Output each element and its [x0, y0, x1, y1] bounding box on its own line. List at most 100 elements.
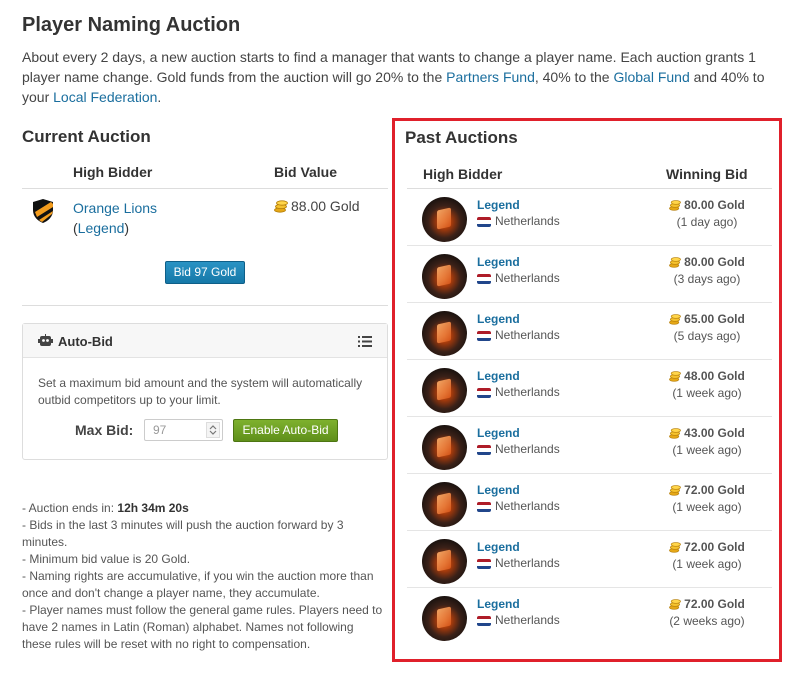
auto-bid-description: Set a maximum bid amount and the system … — [38, 376, 363, 407]
gold-coins-icon — [669, 371, 682, 382]
max-bid-label: Max Bid: — [75, 422, 134, 438]
auction-countdown: 12h 34m 20s — [117, 501, 189, 515]
intro-part-2: , 40% to the — [534, 69, 614, 85]
manager-avatar[interactable] — [422, 311, 467, 356]
winning-bid-time: (3 days ago) — [673, 272, 741, 286]
manager-avatar[interactable] — [422, 482, 467, 527]
past-auction-row: Legend Netherlands 80.00 Gold (3 days ago) — [407, 246, 772, 303]
winner-name-link[interactable]: Legend — [477, 255, 520, 269]
winner-name-link[interactable]: Legend — [477, 540, 520, 554]
past-auction-row: Legend Netherlands 72.00 Gold (1 week ago) — [407, 531, 772, 588]
gold-coins-icon — [669, 200, 682, 211]
netherlands-flag-icon — [477, 388, 491, 398]
winning-bid-time: (1 week ago) — [672, 557, 742, 571]
gold-coins-icon — [669, 428, 682, 439]
gold-coins-icon — [274, 200, 288, 213]
note-item: - Minimum bid value is 20 Gold. — [22, 552, 191, 566]
winning-bid-time: (1 week ago) — [672, 443, 742, 457]
paren-close: ) — [124, 220, 130, 236]
local-federation-link[interactable]: Local Federation — [53, 89, 157, 105]
gold-coins-icon — [669, 257, 682, 268]
global-fund-link[interactable]: Global Fund — [613, 69, 689, 85]
netherlands-flag-icon — [477, 331, 491, 341]
gold-coins-icon — [669, 599, 682, 610]
current-bid-value: 88.00 Gold — [274, 198, 360, 214]
past-auction-row: Legend Netherlands 65.00 Gold (5 days ago) — [407, 303, 772, 360]
winner-name-link[interactable]: Legend — [477, 483, 520, 497]
current-bid-row: Orange Lions (Legend) 88.00 Gold — [22, 189, 388, 247]
manager-avatar[interactable] — [422, 197, 467, 242]
current-bid-amount: 88.00 Gold — [291, 198, 360, 214]
manager-avatar[interactable] — [422, 254, 467, 299]
winning-bid-amount: 43.00 Gold — [647, 426, 767, 440]
note-item: - Player names must follow the general g… — [22, 603, 383, 651]
current-auction-title: Current Auction — [22, 127, 151, 146]
winning-bid-time: (1 week ago) — [672, 386, 742, 400]
header-high-bidder: High Bidder — [73, 164, 153, 180]
past-auctions-panel: Past Auctions High Bidder Winning Bid Le… — [392, 118, 782, 662]
winner-country: Netherlands — [495, 214, 560, 228]
winning-bid-value: 72.00 Gold — [684, 483, 745, 497]
winning-bid-amount: 72.00 Gold — [647, 483, 767, 497]
past-auction-row: Legend Netherlands 80.00 Gold (1 day ago) — [407, 189, 772, 246]
winning-bid-value: 80.00 Gold — [684, 198, 745, 212]
winning-bid-amount: 80.00 Gold — [647, 255, 767, 269]
stepper-arrows-icon — [209, 425, 217, 435]
netherlands-flag-icon — [477, 616, 491, 626]
winning-bid-amount: 65.00 Gold — [647, 312, 767, 326]
avatar-emblem — [437, 321, 451, 344]
team-link[interactable]: Orange Lions — [73, 200, 157, 216]
past-auctions-header: High Bidder Winning Bid — [407, 160, 772, 189]
manager-avatar[interactable] — [422, 596, 467, 641]
winner-name-link[interactable]: Legend — [477, 597, 520, 611]
netherlands-flag-icon — [477, 217, 491, 227]
winning-bid-value: 72.00 Gold — [684, 597, 745, 611]
winner-country: Netherlands — [495, 556, 560, 570]
max-bid-stepper[interactable] — [206, 422, 220, 438]
winner-country: Netherlands — [495, 328, 560, 342]
avatar-emblem — [437, 207, 451, 230]
past-auctions-list: Legend Netherlands 80.00 Gold (1 day ago) Le… — [407, 189, 772, 645]
current-auction-table: High Bidder Bid Value Orange Lions (Lege… — [22, 160, 388, 247]
winning-bid-amount: 48.00 Gold — [647, 369, 767, 383]
winner-country: Netherlands — [495, 499, 560, 513]
manager-avatar[interactable] — [422, 425, 467, 470]
current-high-bidder: Orange Lions (Legend) — [73, 198, 157, 238]
manager-avatar[interactable] — [422, 368, 467, 413]
winner-name-link[interactable]: Legend — [477, 312, 520, 326]
past-auction-row: Legend Netherlands 72.00 Gold (2 weeks ago) — [407, 588, 772, 645]
manager-avatar[interactable] — [422, 539, 467, 584]
gold-coins-icon — [669, 485, 682, 496]
list-icon[interactable] — [358, 336, 372, 347]
winner-name-link[interactable]: Legend — [477, 198, 520, 212]
current-auction-header: High Bidder Bid Value — [22, 160, 388, 189]
past-auctions-title: Past Auctions — [405, 128, 518, 147]
winning-bid-amount: 80.00 Gold — [647, 198, 767, 212]
winner-name-link[interactable]: Legend — [477, 369, 520, 383]
bid-button[interactable]: Bid 97 Gold — [165, 261, 245, 284]
winning-bid-value: 43.00 Gold — [684, 426, 745, 440]
auto-bid-title: Auto-Bid — [58, 334, 113, 349]
auction-ends-label: - Auction ends in: — [22, 501, 118, 515]
divider — [22, 305, 388, 306]
page-title: Player Naming Auction — [22, 14, 241, 36]
avatar-emblem — [437, 606, 451, 629]
winner-country: Netherlands — [495, 385, 560, 399]
past-auction-row: Legend Netherlands 48.00 Gold (1 week ago) — [407, 360, 772, 417]
manager-link[interactable]: Legend — [78, 220, 125, 236]
enable-auto-bid-button[interactable]: Enable Auto-Bid — [233, 419, 338, 442]
winning-bid-time: (5 days ago) — [673, 329, 741, 343]
avatar-emblem — [437, 549, 451, 572]
intro-text: About every 2 days, a new auction starts… — [22, 47, 772, 107]
note-item: - Bids in the last 3 minutes will push t… — [22, 518, 344, 549]
winning-bid-value: 48.00 Gold — [684, 369, 745, 383]
partners-fund-link[interactable]: Partners Fund — [446, 69, 535, 85]
winner-name-link[interactable]: Legend — [477, 426, 520, 440]
note-item: - Naming rights are accumulative, if you… — [22, 569, 374, 600]
past-auction-row: Legend Netherlands 43.00 Gold (1 week ago) — [407, 417, 772, 474]
max-bid-placeholder: 97 — [153, 423, 167, 437]
max-bid-input[interactable]: 97 — [144, 419, 223, 441]
winning-bid-amount: 72.00 Gold — [647, 540, 767, 554]
winning-bid-value: 80.00 Gold — [684, 255, 745, 269]
auction-ends: - Auction ends in: 12h 34m 20s — [22, 500, 384, 517]
